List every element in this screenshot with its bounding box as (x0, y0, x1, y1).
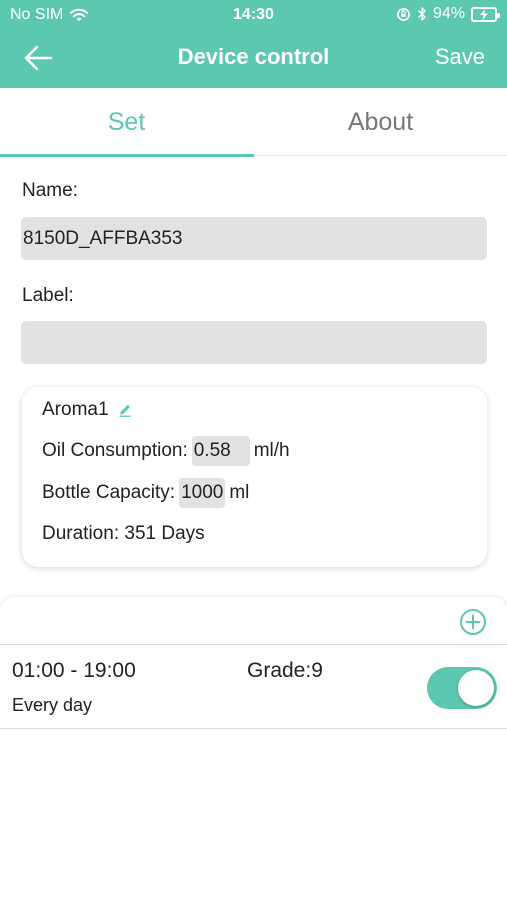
page-title: Device control (177, 44, 330, 69)
schedule-item[interactable]: 01:00 - 19:00 Grade:9 Every day (0, 645, 507, 729)
oil-consumption-input[interactable]: 0.58 (191, 436, 250, 466)
label-field[interactable] (21, 321, 487, 364)
schedule-time-range: 01:00 - 19:00 (12, 659, 136, 682)
aroma-card: Aroma1 Oil Consumption: 0.58 ml/h Bottle… (22, 387, 487, 567)
bluetooth-icon (417, 7, 426, 21)
orientation-lock-icon (397, 7, 410, 21)
bottle-capacity-label: Bottle Capacity: (42, 482, 176, 503)
oil-consumption-unit: ml/h (253, 440, 290, 461)
name-field[interactable]: 8150D_AFFBA353 (21, 217, 487, 260)
charging-bolt-icon (480, 8, 488, 20)
status-bar: No SIM 14:30 94% (0, 0, 507, 32)
name-label: Name: (22, 180, 78, 201)
bottle-capacity-row: Bottle Capacity: 1000 ml (42, 478, 249, 508)
status-right: 94% (396, 5, 500, 23)
battery-icon (471, 6, 500, 22)
add-schedule-icon[interactable] (459, 608, 487, 636)
nav-bar: Device control Save (0, 32, 507, 88)
oil-consumption-row: Oil Consumption: 0.58 ml/h (42, 436, 290, 466)
schedule-grade: Grade:9 (247, 659, 323, 682)
bottle-capacity-input[interactable]: 1000 (179, 478, 226, 508)
duration-text: Duration: 351 Days (42, 523, 205, 544)
aroma-title: Aroma1 (42, 399, 109, 420)
tab-set[interactable]: Set (0, 88, 254, 157)
toggle-knob (458, 670, 494, 706)
oil-consumption-label: Oil Consumption: (42, 440, 188, 461)
save-button[interactable]: Save (435, 44, 485, 70)
top-bar: No SIM 14:30 94% Device control Save (0, 0, 507, 88)
aroma-header: Aroma1 (42, 399, 133, 421)
tab-bar: Set About (0, 88, 507, 157)
schedule-repeat: Every day (12, 695, 93, 715)
tab-about[interactable]: About (254, 88, 507, 156)
bottle-capacity-unit: ml (229, 482, 250, 503)
pencil-edit-icon[interactable] (117, 402, 133, 418)
schedule-toggle[interactable] (427, 667, 497, 709)
label-label: Label: (22, 285, 74, 306)
battery-percent: 94% (432, 5, 465, 22)
schedule-panel (0, 597, 507, 645)
